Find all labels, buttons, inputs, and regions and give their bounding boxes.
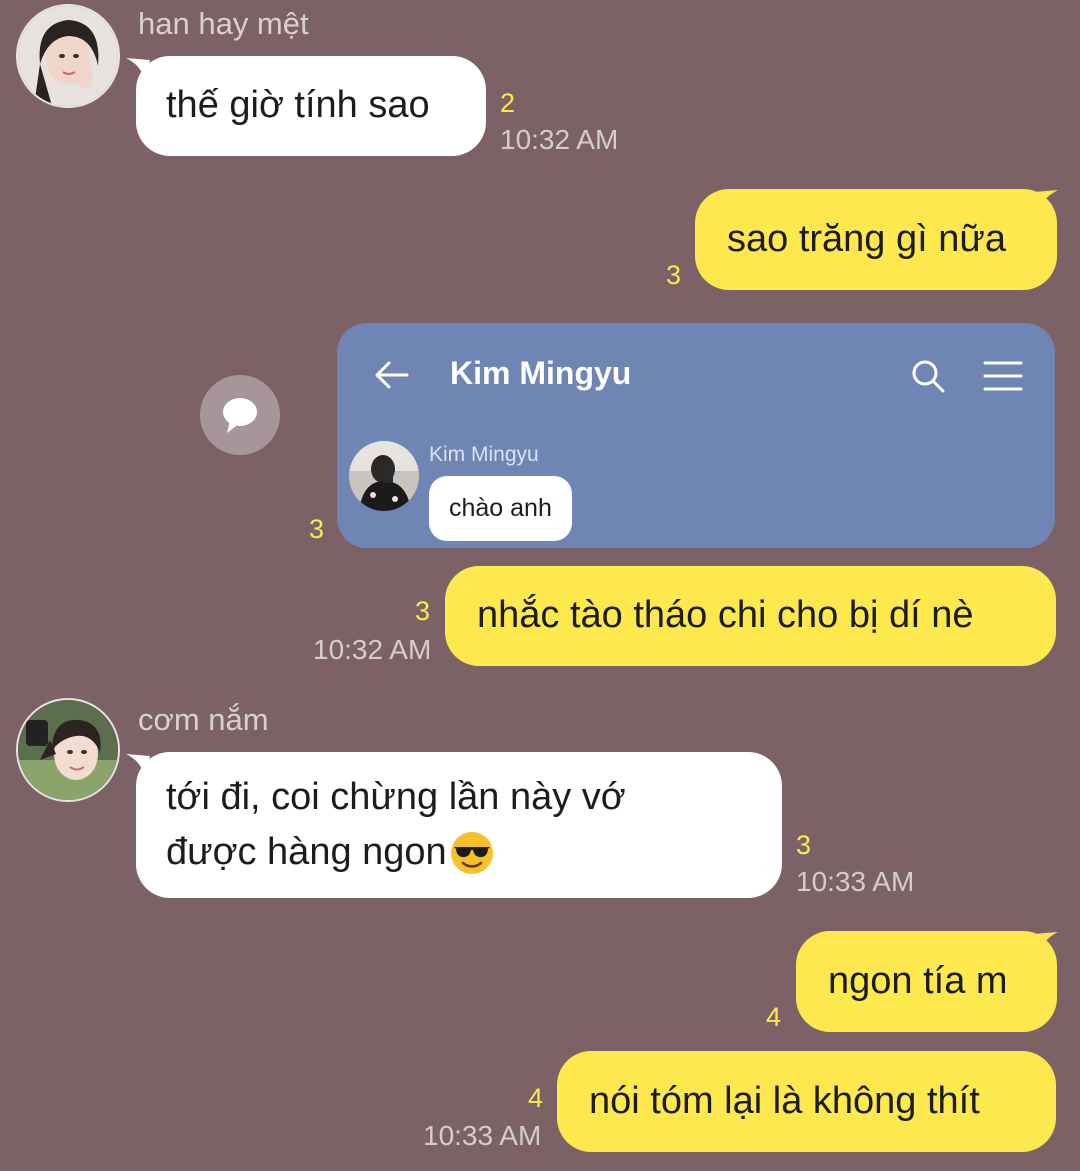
avatar[interactable] (16, 698, 120, 802)
message-line: được hàng ngon (166, 831, 447, 873)
sender-name: cơm nắm (138, 702, 269, 737)
shared-chat-card[interactable]: Kim Mingyu Kim Mingyu chào anh (337, 323, 1055, 548)
avatar (349, 441, 419, 511)
card-title: Kim Mingyu (450, 355, 632, 391)
sender-name: han hay mệt (138, 6, 309, 41)
sunglasses-emoji-icon (450, 831, 493, 874)
avatar[interactable] (16, 4, 120, 108)
unread-count: 3 (309, 514, 325, 544)
unread-count: 3 (796, 830, 812, 860)
unread-count: 3 (666, 260, 682, 290)
message-bubble[interactable]: ngon tía m (796, 931, 1057, 1032)
unread-count: 4 (766, 1002, 782, 1032)
message-bubble[interactable]: nói tóm lại là không thít (557, 1051, 1056, 1152)
timestamp: 10:33 AM (423, 1120, 542, 1151)
search-icon (912, 360, 945, 393)
timestamp: 10:32 AM (500, 124, 619, 155)
card-sender-name: Kim Mingyu (429, 443, 539, 466)
message-bubble[interactable]: sao trăng gì nữa (695, 189, 1057, 290)
unread-count: 3 (415, 596, 431, 626)
unread-count: 4 (528, 1083, 544, 1113)
card-message-bubble: chào anh (429, 476, 572, 541)
menu-icon (983, 361, 1023, 391)
message-bubble[interactable]: thế giờ tính sao (136, 56, 486, 156)
share-icon (223, 398, 257, 433)
message-bubble[interactable]: nhắc tào tháo chi cho bị dí nè (445, 566, 1056, 666)
timestamp: 10:33 AM (796, 866, 915, 897)
unread-count: 2 (500, 88, 516, 118)
back-arrow-icon (375, 361, 409, 389)
message-line: tới đi, coi chừng lần này vớ (166, 775, 626, 818)
share-button[interactable] (200, 375, 280, 455)
message-bubble[interactable]: tới đi, coi chừng lần này vớ được hàng n… (136, 752, 782, 898)
timestamp: 10:32 AM (313, 634, 432, 665)
